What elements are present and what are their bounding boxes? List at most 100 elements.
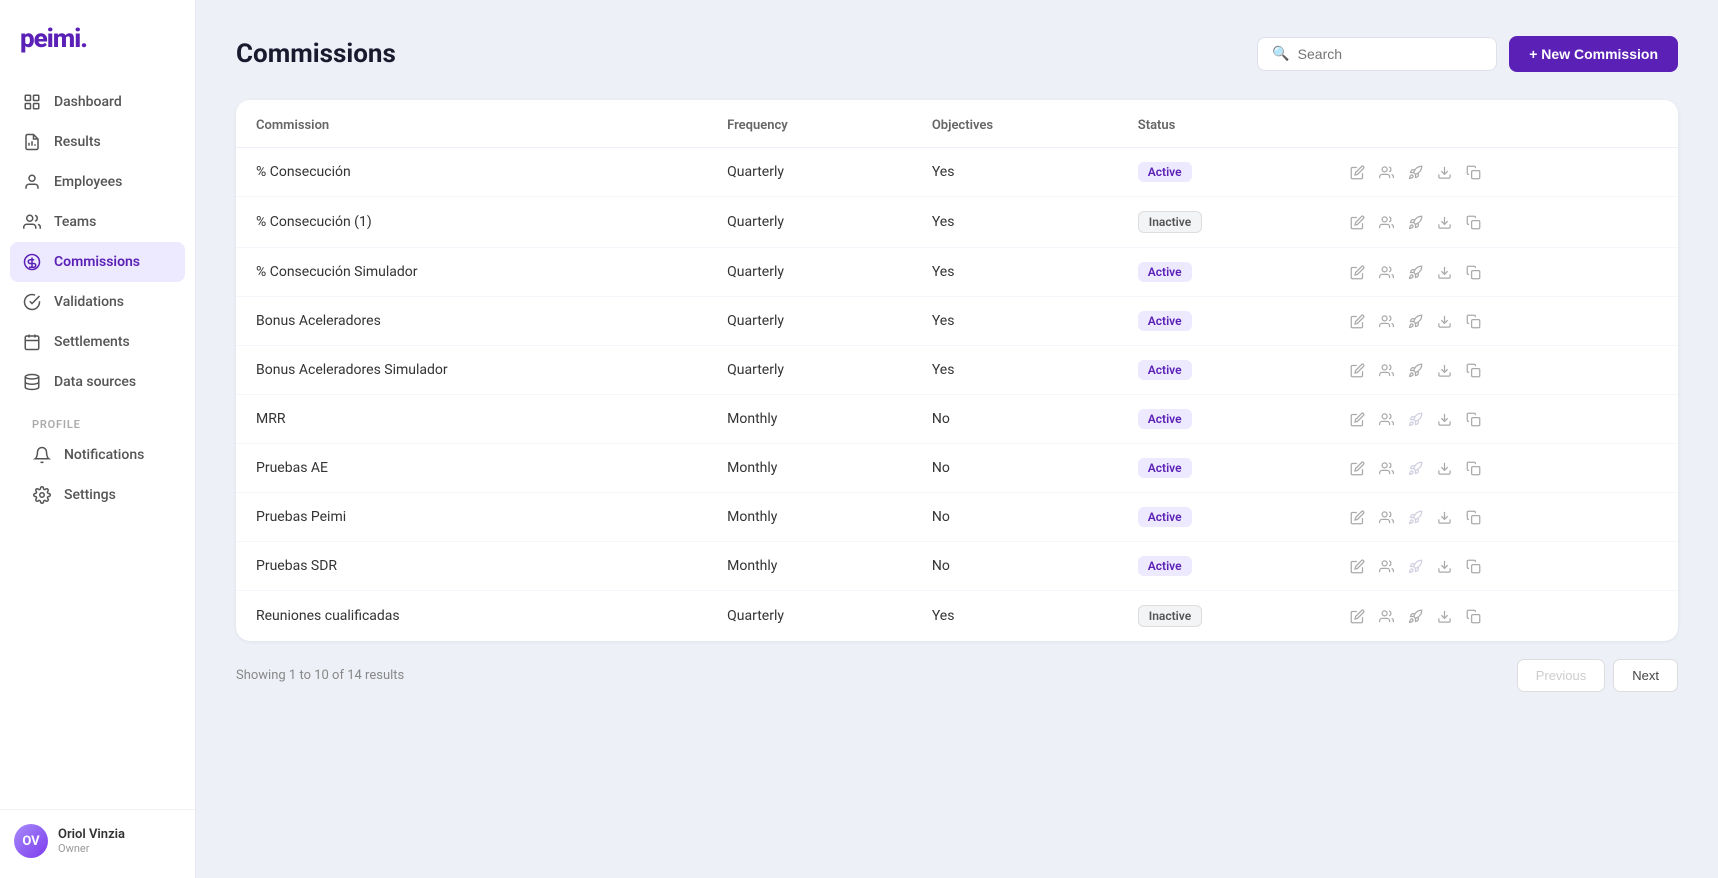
edit-icon[interactable] xyxy=(1350,609,1365,624)
sidebar-item-data-sources[interactable]: Data sources xyxy=(10,362,185,402)
download-icon[interactable] xyxy=(1437,363,1452,378)
sidebar-item-settings[interactable]: Settings xyxy=(20,475,175,515)
status-badge: Active xyxy=(1138,409,1192,429)
cell-frequency: Monthly xyxy=(707,395,912,444)
download-icon[interactable] xyxy=(1437,559,1452,574)
launch-icon[interactable] xyxy=(1408,363,1423,378)
sidebar-item-label: Data sources xyxy=(54,374,136,390)
download-icon[interactable] xyxy=(1437,265,1452,280)
team-icon[interactable] xyxy=(1379,461,1394,476)
file-bar-icon xyxy=(22,132,42,152)
team-icon[interactable] xyxy=(1379,609,1394,624)
copy-icon[interactable] xyxy=(1466,165,1481,180)
copy-icon[interactable] xyxy=(1466,363,1481,378)
commissions-table-card: Commission Frequency Objectives Status %… xyxy=(236,100,1678,641)
launch-icon[interactable] xyxy=(1408,609,1423,624)
launch-icon[interactable] xyxy=(1408,314,1423,329)
sidebar-item-validations[interactable]: Validations xyxy=(10,282,185,322)
sidebar-item-employees[interactable]: Employees xyxy=(10,162,185,202)
download-icon[interactable] xyxy=(1437,314,1452,329)
col-status: Status xyxy=(1118,100,1330,148)
sidebar-item-dashboard[interactable]: Dashboard xyxy=(10,82,185,122)
next-button[interactable]: Next xyxy=(1613,659,1678,692)
copy-icon[interactable] xyxy=(1466,412,1481,427)
sidebar-item-teams[interactable]: Teams xyxy=(10,202,185,242)
table-header-row: Commission Frequency Objectives Status xyxy=(236,100,1678,148)
download-icon[interactable] xyxy=(1437,215,1452,230)
launch-icon[interactable] xyxy=(1408,215,1423,230)
sidebar-item-notifications[interactable]: Notifications xyxy=(20,435,175,475)
previous-button[interactable]: Previous xyxy=(1517,659,1606,692)
cell-status: Active xyxy=(1118,542,1330,591)
cell-objectives: Yes xyxy=(912,148,1118,197)
sidebar-nav: Dashboard Results Employees Teams Commis… xyxy=(0,82,195,809)
status-badge: Active xyxy=(1138,262,1192,282)
edit-icon[interactable] xyxy=(1350,265,1365,280)
profile-label: PROFILE xyxy=(20,412,175,435)
team-icon[interactable] xyxy=(1379,363,1394,378)
main-content: Commissions 🔍 + New Commission Commissio… xyxy=(196,0,1718,878)
download-icon[interactable] xyxy=(1437,510,1452,525)
table-row: Pruebas Peimi Monthly No Active xyxy=(236,493,1678,542)
logo: peimi. xyxy=(0,0,195,82)
launch-icon[interactable] xyxy=(1408,265,1423,280)
launch-icon[interactable] xyxy=(1408,165,1423,180)
edit-icon[interactable] xyxy=(1350,165,1365,180)
launch-icon[interactable] xyxy=(1408,412,1423,427)
edit-icon[interactable] xyxy=(1350,215,1365,230)
launch-icon[interactable] xyxy=(1408,559,1423,574)
launch-icon[interactable] xyxy=(1408,510,1423,525)
sidebar-item-results[interactable]: Results xyxy=(10,122,185,162)
sidebar-item-label: Validations xyxy=(54,294,124,310)
sidebar-item-settlements[interactable]: Settlements xyxy=(10,322,185,362)
edit-icon[interactable] xyxy=(1350,510,1365,525)
status-badge: Active xyxy=(1138,311,1192,331)
sidebar-item-label: Dashboard xyxy=(54,94,122,110)
team-icon[interactable] xyxy=(1379,559,1394,574)
team-icon[interactable] xyxy=(1379,165,1394,180)
download-icon[interactable] xyxy=(1437,165,1452,180)
team-icon[interactable] xyxy=(1379,412,1394,427)
cell-commission: Reuniones cualificadas xyxy=(236,591,707,642)
team-icon[interactable] xyxy=(1379,510,1394,525)
status-badge: Active xyxy=(1138,507,1192,527)
cell-actions xyxy=(1330,591,1678,642)
edit-icon[interactable] xyxy=(1350,559,1365,574)
avatar: OV xyxy=(14,824,48,858)
edit-icon[interactable] xyxy=(1350,363,1365,378)
copy-icon[interactable] xyxy=(1466,215,1481,230)
copy-icon[interactable] xyxy=(1466,559,1481,574)
launch-icon[interactable] xyxy=(1408,461,1423,476)
cell-commission: Bonus Aceleradores Simulador xyxy=(236,346,707,395)
copy-icon[interactable] xyxy=(1466,461,1481,476)
copy-icon[interactable] xyxy=(1466,609,1481,624)
cell-status: Active xyxy=(1118,493,1330,542)
copy-icon[interactable] xyxy=(1466,265,1481,280)
edit-icon[interactable] xyxy=(1350,412,1365,427)
team-icon[interactable] xyxy=(1379,265,1394,280)
status-badge: Inactive xyxy=(1138,211,1202,233)
database-icon xyxy=(22,372,42,392)
cell-commission: MRR xyxy=(236,395,707,444)
table-row: MRR Monthly No Active xyxy=(236,395,1678,444)
sidebar-item-label: Employees xyxy=(54,174,122,190)
edit-icon[interactable] xyxy=(1350,314,1365,329)
team-icon[interactable] xyxy=(1379,314,1394,329)
edit-icon[interactable] xyxy=(1350,461,1365,476)
user-icon xyxy=(22,172,42,192)
cell-actions xyxy=(1330,297,1678,346)
download-icon[interactable] xyxy=(1437,412,1452,427)
download-icon[interactable] xyxy=(1437,461,1452,476)
gear-icon xyxy=(32,485,52,505)
copy-icon[interactable] xyxy=(1466,314,1481,329)
team-icon[interactable] xyxy=(1379,215,1394,230)
download-icon[interactable] xyxy=(1437,609,1452,624)
search-box[interactable]: 🔍 xyxy=(1257,37,1497,71)
sidebar-item-commissions[interactable]: Commissions xyxy=(10,242,185,282)
cell-actions xyxy=(1330,197,1678,248)
copy-icon[interactable] xyxy=(1466,510,1481,525)
search-input[interactable] xyxy=(1298,46,1483,62)
new-commission-button[interactable]: + New Commission xyxy=(1509,36,1678,72)
sidebar-footer: OV Oriol Vinzia Owner xyxy=(0,809,195,878)
cell-frequency: Quarterly xyxy=(707,591,912,642)
